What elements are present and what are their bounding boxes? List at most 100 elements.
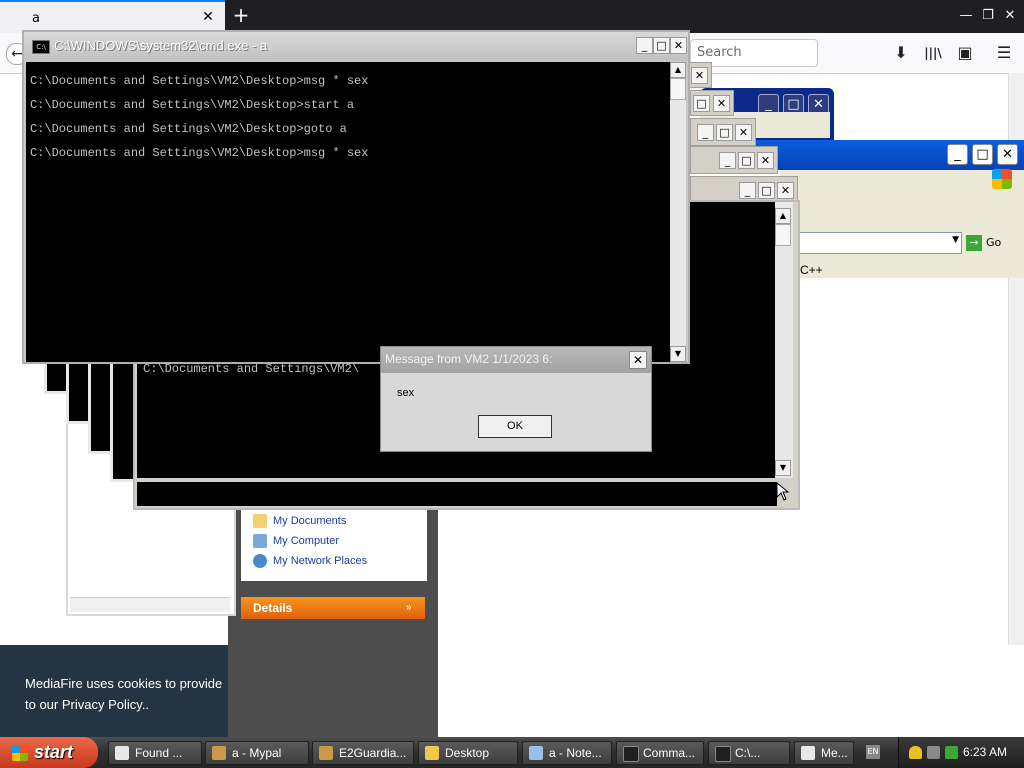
ok-button[interactable]: OK [478,415,552,438]
stacked-window-title-4: _ □ ✕ [690,118,756,146]
cmd-title: C:\WINDOWS\system32\cmd.exe - a [54,38,268,53]
list-item-my-documents[interactable]: My Documents [253,512,423,530]
taskbar-item[interactable]: Desktop [418,741,518,765]
go-arrow-icon: → [966,235,982,251]
cookie-text-line1: MediaFire uses cookies to provide [25,676,223,691]
cmd-icon: C:\ [32,40,50,54]
taskbar-item[interactable]: Found ... [108,741,202,765]
details-panel-header[interactable]: Details » [241,597,425,619]
list-item-my-computer[interactable]: My Computer [253,532,423,550]
network-icon[interactable] [927,746,940,759]
cmd-minimize-button[interactable]: _ [636,37,653,54]
scroll-down-button[interactable]: ▼ [775,460,791,476]
window-icon [801,746,815,760]
browser-minimize-button[interactable]: — [955,5,977,27]
explorer-close-button[interactable]: ✕ [997,144,1018,165]
new-tab-button[interactable]: + [230,4,252,26]
cookie-text-line2: to our Privacy Policy.. [25,694,225,715]
cmd-window: C:\ C:\WINDOWS\system32\cmd.exe - a _ □ … [22,30,690,364]
window-maximize-button[interactable]: □ [716,124,733,141]
browser-tab[interactable]: a ✕ [0,0,225,33]
explorer-maximize-button[interactable]: □ [972,144,993,165]
horizontal-scrollbar[interactable] [70,597,230,612]
taskbar-item[interactable]: Comma... [616,741,704,765]
window-maximize-button[interactable]: □ [758,182,775,199]
cmd-line: C:\Documents and Settings\VM2\Desktop>ms… [30,146,369,160]
scroll-up-button[interactable]: ▲ [670,62,686,78]
other-places-list: My Documents My Computer My Network Plac… [241,507,427,581]
window-maximize-button[interactable]: □ [738,152,755,169]
console-2-scrollbar[interactable]: ▲ ▼ [775,202,793,478]
sidebar-icon[interactable]: ▣ [954,42,976,64]
stacked-window-title-5: _ □ ✕ [690,146,778,174]
start-label: start [34,742,74,762]
browser-close-button[interactable]: ✕ [999,5,1021,27]
window-icon [115,746,129,760]
message-body: sex [397,387,415,399]
cmd-title-bar[interactable]: C:\ C:\WINDOWS\system32\cmd.exe - a _ □ … [24,32,688,60]
scroll-thumb[interactable] [775,224,791,246]
browser-icon [212,746,226,760]
cmd-scrollbar[interactable]: ▲ ▼ [670,62,686,362]
privacy-policy-link[interactable]: Privacy Policy [62,697,142,712]
window-minimize-button[interactable]: _ [697,124,714,141]
taskbar-item[interactable]: a - Note... [522,741,612,765]
taskbar-item[interactable]: C:\... [708,741,790,765]
taskbar-item[interactable]: E2Guardia... [312,741,414,765]
window-close-button[interactable]: ✕ [691,67,708,84]
list-item-my-network-places[interactable]: My Network Places [253,552,423,570]
cmd-line: C:\Documents and Settings\VM2\Desktop>go… [30,122,347,136]
windows-logo-icon [992,169,1012,189]
library-icon[interactable]: |||\ [922,42,944,64]
content-text: C++ [800,263,823,277]
security-icon[interactable] [945,746,958,759]
taskbar-item[interactable]: a - Mypal [205,741,309,765]
details-label: Details [253,601,293,615]
window-minimize-button[interactable]: _ [739,182,756,199]
download-icon[interactable]: ⬇ [890,42,912,64]
browser-icon [319,746,333,760]
window-maximize-button[interactable]: □ [693,95,710,112]
window-close-button[interactable]: ✕ [777,182,794,199]
scroll-up-button[interactable]: ▲ [775,208,791,224]
go-button[interactable]: → Go [966,234,1018,252]
taskbar-item[interactable]: Me... [794,741,854,765]
cmd-close-button[interactable]: ✕ [670,37,687,54]
windows-flag-icon [12,745,28,761]
language-indicator[interactable]: EN [866,745,880,759]
system-tray: 6:23 AM [898,737,1024,768]
console-icon [623,746,639,762]
explorer-window-body [780,168,1024,278]
notepad-icon [529,746,543,760]
shield-icon[interactable] [909,746,922,759]
window-close-button[interactable]: ✕ [757,152,774,169]
folder-icon [253,514,267,529]
window-close-button[interactable]: ✕ [713,95,730,112]
console-2-bottom [137,482,777,506]
menu-icon[interactable]: ☰ [993,42,1015,64]
stacked-window-title-2: ✕ [688,62,712,88]
scroll-down-button[interactable]: ▼ [670,346,686,362]
message-title: Message from VM2 1/1/2023 6: [385,352,553,366]
close-tab-icon[interactable]: ✕ [200,9,216,25]
taskbar: start Found ... a - Mypal E2Guardia... D… [0,737,1024,768]
cmd-line: C:\Documents and Settings\VM2\Desktop>ms… [30,74,369,88]
browser-tab-bar: a ✕ + — ❐ ✕ [0,0,1024,33]
window-minimize-button[interactable]: _ [719,152,736,169]
browser-tab-title: a [32,11,40,26]
cmd-screen[interactable]: C:\Documents and Settings\VM2\Desktop>ms… [26,62,670,362]
clock: 6:23 AM [963,745,1008,759]
console-2-line: C:\Documents and Settings\VM2\ [143,362,360,376]
browser-restore-button[interactable]: ❐ [977,5,999,27]
stacked-window-title-3: □ ✕ [690,90,734,116]
mouse-cursor-icon [776,482,790,501]
close-icon[interactable]: ✕ [629,351,647,369]
cmd-line: C:\Documents and Settings\VM2\Desktop>st… [30,98,355,112]
message-title-bar[interactable]: Message from VM2 1/1/2023 6: ✕ [381,347,651,373]
window-close-button[interactable]: ✕ [735,124,752,141]
explorer-minimize-button[interactable]: _ [947,144,968,165]
cmd-maximize-button[interactable]: □ [653,37,670,54]
address-dropdown[interactable]: ▼ [780,232,962,254]
scroll-thumb[interactable] [670,78,686,100]
start-button[interactable]: start [0,737,98,768]
